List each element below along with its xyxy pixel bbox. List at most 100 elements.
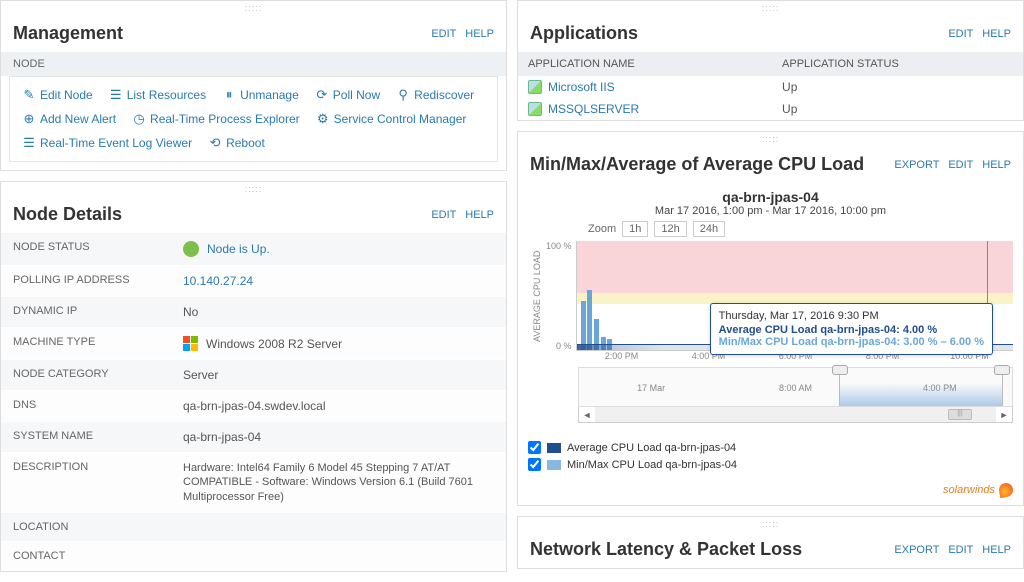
cpu-edit-link[interactable]: EDIT — [948, 159, 973, 171]
cpu-export-link[interactable]: EXPORT — [894, 159, 939, 171]
chart-bar — [587, 290, 592, 350]
scroll-left-button[interactable]: ◄ — [579, 410, 595, 420]
y-tick: 100 % — [546, 241, 572, 251]
apps-header-row: APPLICATION NAME APPLICATION STATUS — [518, 52, 1023, 76]
apps-col-status: APPLICATION STATUS — [782, 58, 1013, 70]
status-up-icon — [183, 241, 199, 257]
legend-avg-toggle[interactable]: Average CPU Load qa-brn-jpas-04 — [528, 441, 1013, 454]
node-category-key: NODE CATEGORY — [1, 360, 171, 390]
chart-legend: Average CPU Load qa-brn-jpas-04 Min/Max … — [518, 433, 1023, 483]
nav-tick: 17 Mar — [579, 383, 723, 393]
scroll-thumb[interactable]: ||| — [948, 409, 972, 420]
details-edit-link[interactable]: EDIT — [431, 209, 456, 221]
management-panel: ::::: Management EDIT HELP NODE ✎Edit No… — [0, 0, 507, 171]
pause-icon: ⏸ — [222, 87, 236, 103]
list-icon: ☰ — [109, 87, 123, 103]
zoom-12h-button[interactable]: 12h — [654, 221, 686, 237]
unmanage-button[interactable]: ⏸Unmanage — [222, 87, 299, 103]
gauge-icon: ◷ — [132, 111, 146, 127]
solarwinds-brand: solarwinds — [518, 483, 1023, 505]
scroll-track[interactable]: ||| — [595, 407, 996, 422]
drag-handle[interactable]: ::::: — [1, 182, 506, 196]
location-val — [171, 513, 506, 541]
node-details-title: Node Details — [13, 204, 431, 225]
network-latency-panel: ::::: Network Latency & Packet Loss EXPO… — [517, 516, 1024, 569]
reboot-button[interactable]: ⟲Reboot — [208, 135, 265, 151]
plus-icon: ⊕ — [22, 111, 36, 127]
navigator-selection[interactable] — [839, 368, 1004, 406]
drag-handle[interactable]: ::::: — [518, 1, 1023, 15]
scroll-right-button[interactable]: ► — [996, 410, 1012, 420]
list-resources-button[interactable]: ☰List Resources — [109, 87, 206, 103]
navigator-handle-right[interactable] — [994, 365, 1010, 375]
node-section-label: NODE — [1, 52, 506, 76]
chart-subtitle: Mar 17 2016, 1:00 pm - Mar 17 2016, 10:0… — [528, 205, 1013, 217]
app-status-icon — [528, 102, 542, 116]
tooltip-time: Thursday, Mar 17, 2016 9:30 PM — [719, 310, 984, 322]
applications-title: Applications — [530, 23, 948, 44]
applications-panel: ::::: Applications EDIT HELP APPLICATION… — [517, 0, 1024, 121]
contact-key: CONTACT — [1, 542, 171, 570]
x-tick: 2:00 PM — [578, 351, 665, 361]
drag-handle[interactable]: ::::: — [518, 132, 1023, 146]
refresh-icon: ⟳ — [315, 87, 329, 103]
net-edit-link[interactable]: EDIT — [948, 544, 973, 556]
net-export-link[interactable]: EXPORT — [894, 544, 939, 556]
legend-minmax-toggle[interactable]: Min/Max CPU Load qa-brn-jpas-04 — [528, 458, 1013, 471]
drag-handle[interactable]: ::::: — [518, 517, 1023, 531]
power-icon: ⟲ — [208, 135, 222, 151]
zoom-24h-button[interactable]: 24h — [693, 221, 725, 237]
apps-edit-link[interactable]: EDIT — [948, 28, 973, 40]
zoom-1h-button[interactable]: 1h — [622, 221, 648, 237]
cpu-load-panel: ::::: Min/Max/Average of Average CPU Loa… — [517, 131, 1024, 506]
rediscover-button[interactable]: ⚲Rediscover — [396, 87, 474, 103]
system-name-val: qa-brn-jpas-04 — [171, 422, 506, 452]
management-toolbar: ✎Edit Node ☰List Resources ⏸Unmanage ⟳Po… — [9, 76, 498, 162]
app-row: MSSQLSERVER Up — [518, 98, 1023, 120]
log-icon: ☰ — [22, 135, 36, 151]
app-name-link[interactable]: Microsoft IIS — [548, 80, 615, 94]
dns-key: DNS — [1, 391, 171, 421]
dynamic-ip-val: No — [171, 297, 506, 327]
add-alert-button[interactable]: ⊕Add New Alert — [22, 111, 116, 127]
app-name-link[interactable]: MSSQLSERVER — [548, 102, 639, 116]
mgmt-help-link[interactable]: HELP — [465, 28, 494, 40]
cpu-chart: qa-brn-jpas-04 Mar 17 2016, 1:00 pm - Ma… — [518, 183, 1023, 433]
dns-val: qa-brn-jpas-04.swdev.local — [171, 391, 506, 421]
app-row: Microsoft IIS Up — [518, 76, 1023, 98]
navigator-handle-left[interactable] — [832, 365, 848, 375]
apps-col-name: APPLICATION NAME — [528, 58, 782, 70]
cpu-help-link[interactable]: HELP — [982, 159, 1011, 171]
legend-minmax-checkbox[interactable] — [528, 458, 541, 471]
machine-type-val: Windows 2008 R2 Server — [206, 337, 342, 351]
description-key: DESCRIPTION — [1, 453, 171, 512]
chart-bar — [581, 301, 586, 350]
location-key: LOCATION — [1, 513, 171, 541]
rt-process-button[interactable]: ◷Real-Time Process Explorer — [132, 111, 300, 127]
poll-now-button[interactable]: ⟳Poll Now — [315, 87, 380, 103]
search-icon: ⚲ — [396, 87, 410, 103]
apps-help-link[interactable]: HELP — [982, 28, 1011, 40]
legend-swatch-dark — [547, 443, 561, 453]
node-details-table: NODE STATUSNode is Up. POLLING IP ADDRES… — [1, 233, 506, 571]
drag-handle[interactable]: ::::: — [1, 1, 506, 15]
polling-ip-val[interactable]: 10.140.27.24 — [171, 266, 506, 296]
y-axis-label: AVERAGE CPU LOAD — [528, 241, 546, 351]
windows-icon — [183, 336, 198, 351]
edit-node-button[interactable]: ✎Edit Node — [22, 87, 93, 103]
gear-icon: ⚙ — [316, 111, 330, 127]
details-help-link[interactable]: HELP — [465, 209, 494, 221]
contact-val — [171, 542, 506, 570]
legend-avg-checkbox[interactable] — [528, 441, 541, 454]
cpu-load-title: Min/Max/Average of Average CPU Load — [530, 154, 894, 175]
mgmt-edit-link[interactable]: EDIT — [431, 28, 456, 40]
node-category-val: Server — [171, 360, 506, 390]
chart-navigator[interactable]: 17 Mar 8:00 AM 4:00 PM — [578, 367, 1013, 407]
service-control-button[interactable]: ⚙Service Control Manager — [316, 111, 467, 127]
rt-event-log-button[interactable]: ☰Real-Time Event Log Viewer — [22, 135, 192, 151]
legend-swatch-light — [547, 460, 561, 470]
navigator-scrollbar[interactable]: ◄ ||| ► — [578, 407, 1013, 423]
net-help-link[interactable]: HELP — [982, 544, 1011, 556]
node-details-panel: ::::: Node Details EDIT HELP NODE STATUS… — [0, 181, 507, 572]
threshold-critical-band — [577, 241, 1013, 293]
